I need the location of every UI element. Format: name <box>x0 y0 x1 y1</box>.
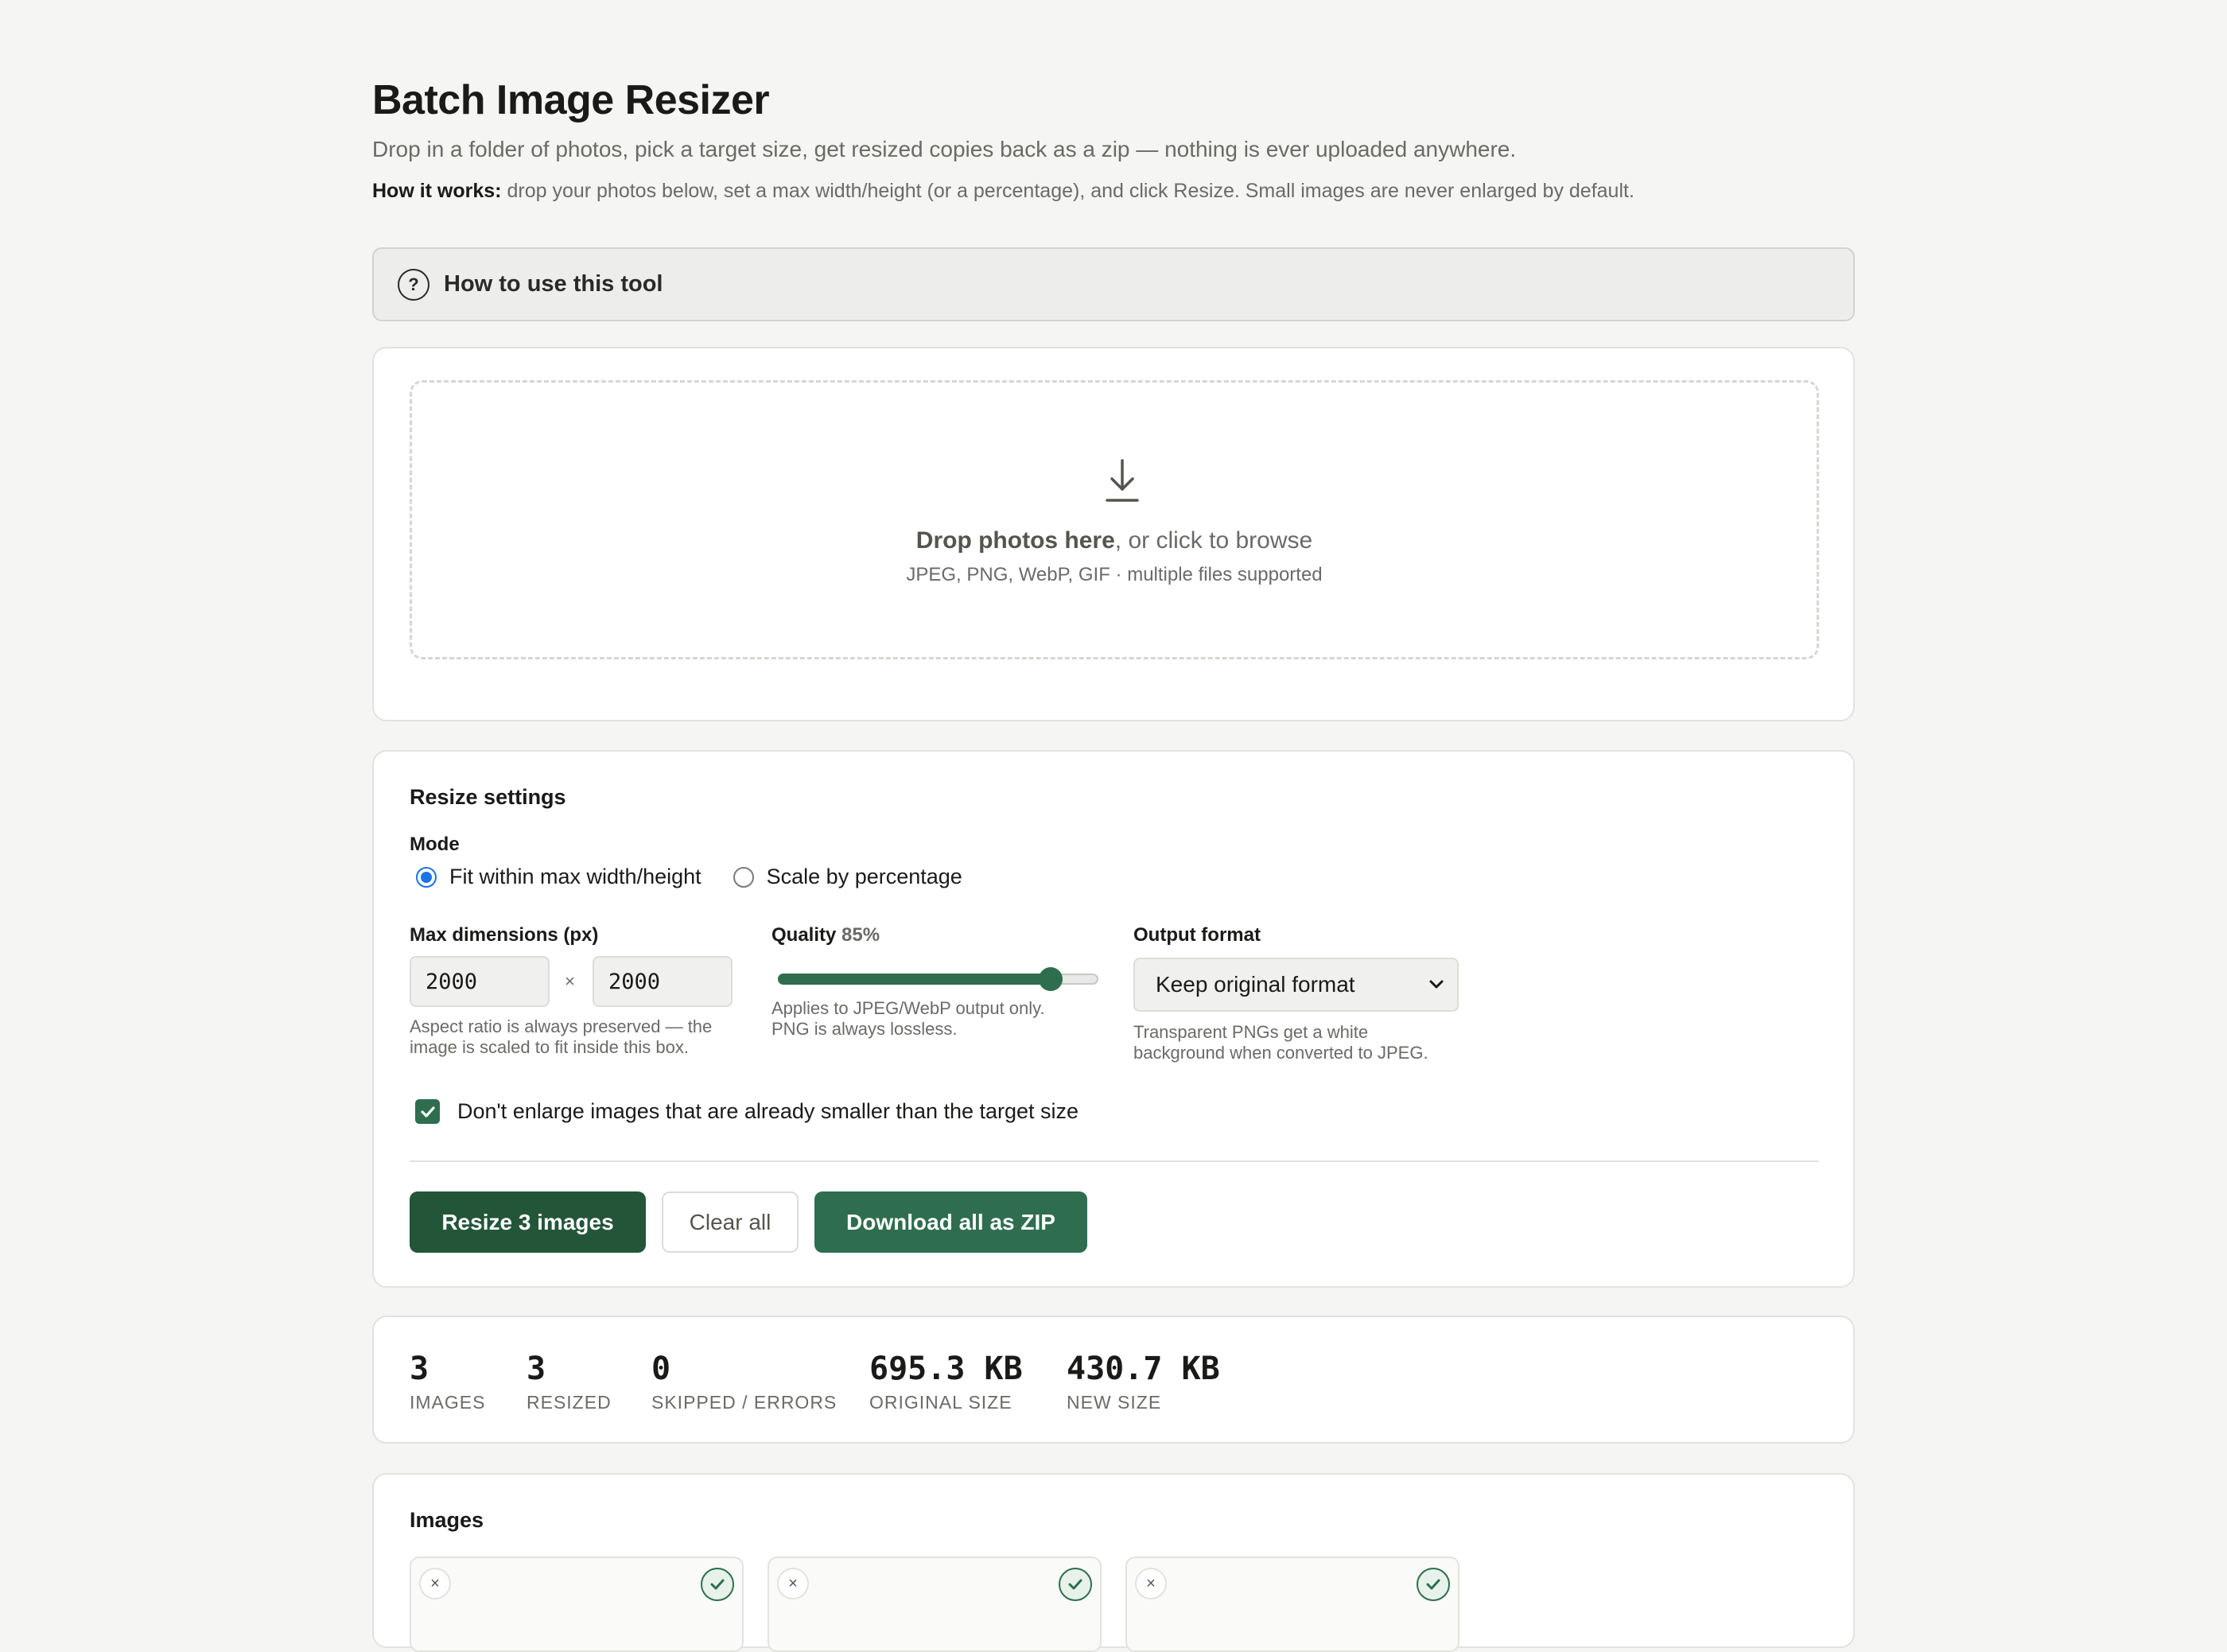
output-format-select[interactable]: Keep original format <box>1133 958 1459 1012</box>
resize-settings-card: Resize settings Mode Fit within max widt… <box>372 750 1855 1288</box>
stat-resized: 3 Resized <box>527 1351 612 1413</box>
image-thumb-card[interactable]: × <box>1125 1557 1459 1652</box>
stat-value: 430.7 KB <box>1067 1351 1220 1387</box>
stat-label: Original size <box>869 1392 1012 1413</box>
check-circle-icon <box>1417 1568 1450 1601</box>
quality-slider-thumb[interactable] <box>1038 967 1063 991</box>
page-title: Batch Image Resizer <box>372 77 770 123</box>
max-dimensions-hint: Aspect ratio is always preserved — the i… <box>410 1016 712 1058</box>
dimension-separator: × <box>565 971 575 991</box>
output-format-value: Keep original format <box>1156 972 1355 997</box>
max-dimensions-hint-line: image is scaled to fit inside this box. <box>410 1037 689 1057</box>
settings-title: Resize settings <box>410 785 566 809</box>
mode-radio-group: Fit within max width/height Scale by per… <box>410 865 962 889</box>
stat-value: 3 <box>527 1351 546 1387</box>
quality-label-text: Quality <box>771 924 837 946</box>
upload-card: Drop photos here, or click to browse JPE… <box>372 347 1855 721</box>
dropzone-formats: JPEG, PNG, WebP, GIF · multiple files su… <box>906 564 1323 585</box>
dropzone-prompt-rest: , or click to browse <box>1114 527 1313 554</box>
stat-value: 3 <box>410 1351 429 1387</box>
chevron-down-icon <box>1429 980 1444 989</box>
stat-new-size: 430.7 KB New size <box>1067 1351 1220 1413</box>
mode-fit-radio[interactable] <box>416 866 437 888</box>
clear-all-button[interactable]: Clear all <box>662 1191 799 1253</box>
image-thumb-card[interactable]: × <box>768 1557 1102 1652</box>
no-enlarge-option[interactable]: Don't enlarge images that are already sm… <box>415 1099 1079 1124</box>
how-to-use-toggle[interactable]: ? How to use this tool <box>372 247 1855 321</box>
quality-value: 85% <box>841 924 880 946</box>
stat-label: Resized <box>527 1392 612 1413</box>
download-arrow-icon <box>1106 459 1139 502</box>
resize-button[interactable]: Resize 3 images <box>410 1191 646 1253</box>
max-dimensions-label: Max dimensions (px) <box>410 924 599 946</box>
photo-dropzone[interactable]: Drop photos here, or click to browse JPE… <box>410 380 1819 659</box>
stat-value: 695.3 KB <box>869 1351 1023 1387</box>
stat-label: Skipped / Errors <box>651 1392 838 1413</box>
how-it-works-line: How it works: drop your photos below, se… <box>372 180 1634 203</box>
max-dimensions-hint-line: Aspect ratio is always preserved — the <box>410 1016 713 1036</box>
how-to-use-label: How to use this tool <box>444 271 663 297</box>
max-width-input[interactable]: 2000 <box>410 956 550 1007</box>
max-height-input[interactable]: 2000 <box>593 956 733 1007</box>
how-it-works-text: drop your photos below, set a max width/… <box>501 180 1634 202</box>
remove-image-button[interactable]: × <box>1135 1568 1167 1600</box>
remove-image-button[interactable]: × <box>419 1568 451 1600</box>
checkmark-icon <box>420 1106 435 1118</box>
output-format-hint-line: Transparent PNGs get a white <box>1133 1022 1369 1042</box>
quality-slider[interactable] <box>778 962 1098 994</box>
mode-percentage-label[interactable]: Scale by percentage <box>767 865 962 889</box>
check-circle-icon <box>1059 1568 1092 1601</box>
page-subtitle: Drop in a folder of photos, pick a targe… <box>372 137 1517 161</box>
quality-label: Quality 85% <box>771 924 880 946</box>
quality-hint: Applies to JPEG/WebP output only. PNG is… <box>771 998 1045 1040</box>
stat-value: 0 <box>651 1351 671 1387</box>
mode-fit-label[interactable]: Fit within max width/height <box>449 865 702 889</box>
output-format-hint: Transparent PNGs get a white background … <box>1133 1022 1428 1063</box>
quality-hint-line: Applies to JPEG/WebP output only. <box>771 998 1045 1018</box>
stats-card: 3 Images 3 Resized 0 Skipped / Errors 69… <box>372 1316 1855 1444</box>
stat-images: 3 Images <box>410 1351 485 1413</box>
dropzone-prompt-bold: Drop photos here <box>915 527 1115 554</box>
stat-label: New size <box>1067 1392 1162 1413</box>
question-circle-icon: ? <box>398 268 429 301</box>
dropzone-prompt: Drop photos here, or click to browse <box>412 527 1817 554</box>
output-format-label: Output format <box>1133 924 1261 946</box>
stat-skipped-errors: 0 Skipped / Errors <box>651 1351 837 1413</box>
mode-label: Mode <box>410 834 460 855</box>
output-format-hint-line: background when converted to JPEG. <box>1133 1043 1428 1063</box>
images-card: Images × × × <box>372 1473 1855 1652</box>
settings-divider <box>410 1160 1819 1162</box>
stat-original-size: 695.3 KB Original size <box>869 1351 1023 1413</box>
remove-image-button[interactable]: × <box>777 1568 809 1600</box>
image-thumb-card[interactable]: × <box>410 1557 744 1652</box>
stat-label: Images <box>410 1392 486 1413</box>
no-enlarge-checkbox[interactable] <box>415 1099 440 1124</box>
mode-percentage-radio[interactable] <box>733 866 754 888</box>
no-enlarge-label: Don't enlarge images that are already sm… <box>457 1099 1079 1123</box>
check-circle-icon <box>701 1568 734 1601</box>
quality-hint-line: PNG is always lossless. <box>771 1019 958 1039</box>
download-zip-button[interactable]: Download all as ZIP <box>814 1191 1087 1253</box>
quality-slider-fill <box>778 974 1051 985</box>
how-it-works-label: How it works: <box>372 180 502 202</box>
images-title: Images <box>410 1508 484 1532</box>
